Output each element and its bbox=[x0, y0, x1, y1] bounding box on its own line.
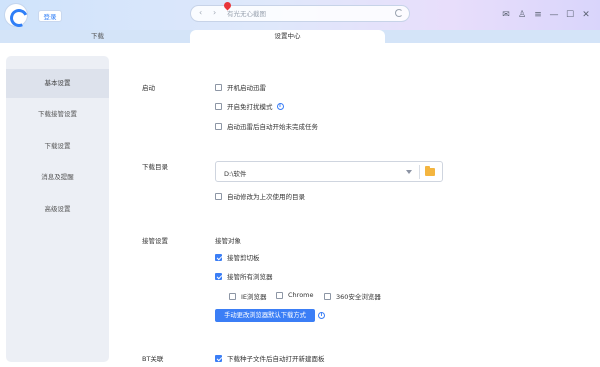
app-logo-icon bbox=[5, 4, 27, 26]
all-browsers-checkbox[interactable] bbox=[215, 272, 222, 280]
sidebar-item-download[interactable]: 下载设置 bbox=[6, 132, 109, 161]
sidebar-item-advanced[interactable]: 高级设置 bbox=[6, 195, 109, 224]
option-resume-tasks[interactable]: 启动迅雷后自动开始未完成任务 bbox=[215, 121, 318, 131]
download-dir-select[interactable]: D:\软件 bbox=[215, 161, 443, 182]
clipboard-checkbox[interactable] bbox=[215, 253, 222, 261]
back-arrow-icon[interactable]: ‹ bbox=[199, 8, 202, 17]
do-not-disturb-checkbox[interactable] bbox=[215, 102, 222, 110]
settings-content: 启动 开机启动迅雷 开启免打扰模式 i 启动迅雷后自动开始未完成任务 下载目录 … bbox=[142, 43, 592, 367]
takeover-target-label: 接管对象 bbox=[215, 237, 241, 245]
takeover-label: 接管设置 bbox=[142, 237, 168, 245]
divider bbox=[419, 165, 420, 179]
do-not-disturb-label: 开启免打扰模式 bbox=[227, 103, 273, 111]
option-autostart[interactable]: 开机启动迅雷 bbox=[215, 82, 266, 92]
login-button[interactable]: 登录 bbox=[38, 10, 62, 22]
change-browser-download-button[interactable]: 手动更改浏览器默认下载方式 bbox=[215, 309, 315, 322]
bt-auto-open-checkbox[interactable] bbox=[215, 354, 222, 362]
maximize-icon[interactable]: ☐ bbox=[562, 9, 578, 21]
info-icon[interactable]: i bbox=[318, 312, 325, 319]
option-ie[interactable]: IE浏览器 bbox=[229, 291, 267, 301]
option-all-browsers[interactable]: 接管所有浏览器 bbox=[215, 271, 273, 281]
title-bar: 登录 ‹ › ✉ ♙ ≡ — ☐ ✕ bbox=[0, 0, 600, 30]
mail-icon[interactable]: ✉ bbox=[498, 9, 514, 21]
option-bt-auto-open[interactable]: 下载种子文件后自动打开新建面板 bbox=[215, 353, 325, 363]
last-dir-label: 自动修改为上次使用的目录 bbox=[227, 193, 305, 201]
search-input[interactable] bbox=[227, 8, 387, 20]
chevron-down-icon[interactable] bbox=[406, 170, 412, 174]
refresh-icon[interactable] bbox=[395, 9, 403, 17]
bt-label: BT关联 bbox=[142, 355, 164, 363]
startup-label: 启动 bbox=[142, 84, 155, 92]
shirt-icon[interactable]: ♙ bbox=[514, 9, 530, 21]
ie-label: IE浏览器 bbox=[241, 293, 267, 301]
option-360[interactable]: 360安全浏览器 bbox=[324, 291, 381, 301]
clipboard-label: 接管剪切板 bbox=[227, 254, 260, 262]
option-chrome[interactable]: Chrome bbox=[276, 291, 314, 299]
window-controls: ✉ ♙ ≡ — ☐ ✕ bbox=[498, 9, 594, 21]
download-dir-label: 下载目录 bbox=[142, 163, 168, 171]
close-icon[interactable]: ✕ bbox=[578, 9, 594, 21]
sidebar-item-messages[interactable]: 消息及提醒 bbox=[6, 163, 109, 192]
menu-icon[interactable]: ≡ bbox=[530, 9, 546, 21]
settings-page: 基本设置 下载接管设置 下载设置 消息及提醒 高级设置 启动 开机启动迅雷 开启… bbox=[0, 43, 600, 367]
tab-bar: 下载 设置中心 bbox=[0, 30, 600, 43]
minimize-icon[interactable]: — bbox=[546, 9, 562, 21]
bt-auto-open-label: 下载种子文件后自动打开新建面板 bbox=[227, 355, 325, 363]
folder-icon[interactable] bbox=[425, 166, 435, 176]
last-dir-checkbox[interactable] bbox=[215, 192, 222, 200]
browser-360-checkbox[interactable] bbox=[324, 292, 331, 300]
chrome-checkbox[interactable] bbox=[276, 291, 283, 299]
option-last-dir[interactable]: 自动修改为上次使用的目录 bbox=[215, 191, 305, 201]
search-bar: ‹ › bbox=[190, 5, 410, 22]
all-browsers-label: 接管所有浏览器 bbox=[227, 273, 273, 281]
option-clipboard[interactable]: 接管剪切板 bbox=[215, 252, 260, 262]
resume-tasks-label: 启动迅雷后自动开始未完成任务 bbox=[227, 123, 318, 131]
sidebar-item-basic[interactable]: 基本设置 bbox=[6, 69, 109, 98]
browser-360-label: 360安全浏览器 bbox=[336, 293, 381, 301]
sidebar-item-takeover[interactable]: 下载接管设置 bbox=[6, 100, 109, 129]
autostart-checkbox[interactable] bbox=[215, 83, 222, 91]
resume-tasks-checkbox[interactable] bbox=[215, 122, 222, 130]
ie-checkbox[interactable] bbox=[229, 292, 236, 300]
forward-arrow-icon[interactable]: › bbox=[213, 8, 216, 17]
download-dir-value: D:\软件 bbox=[224, 170, 247, 178]
option-do-not-disturb[interactable]: 开启免打扰模式 i bbox=[215, 101, 284, 111]
chrome-label: Chrome bbox=[288, 291, 314, 299]
tab-settings[interactable]: 设置中心 bbox=[190, 30, 385, 43]
tab-download[interactable]: 下载 bbox=[0, 30, 195, 43]
autostart-label: 开机启动迅雷 bbox=[227, 84, 266, 92]
settings-sidebar: 基本设置 下载接管设置 下载设置 消息及提醒 高级设置 bbox=[6, 56, 109, 362]
info-icon[interactable]: i bbox=[276, 102, 284, 110]
